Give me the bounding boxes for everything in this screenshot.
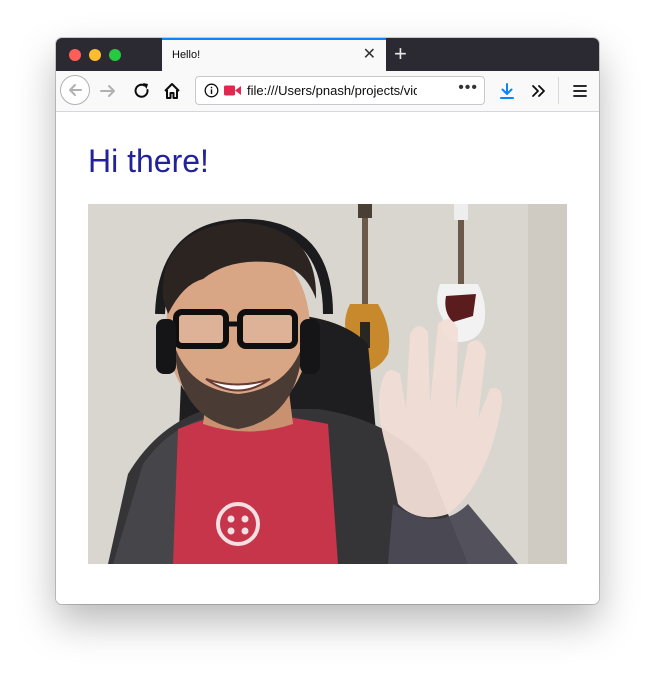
download-icon[interactable] [497,81,517,101]
window-maximize-button[interactable] [109,49,121,61]
camera-icon[interactable] [224,85,241,96]
webcam-frame-image [88,204,567,564]
back-button[interactable] [60,75,90,105]
tab-hello[interactable]: Hello! ✕ [162,38,386,71]
new-tab-icon[interactable]: + [394,41,407,67]
tab-title: Hello! [172,49,201,61]
url-text[interactable]: file:///Users/pnash/projects/video [247,83,417,98]
tab-strip: Hello! ✕ + [56,38,599,71]
home-icon[interactable] [162,81,182,101]
back-arrow-icon [69,84,82,96]
navigation-toolbar: file:///Users/pnash/projects/video ••• [56,71,599,112]
overflow-icon[interactable] [529,81,549,101]
address-bar[interactable]: file:///Users/pnash/projects/video ••• [195,76,485,105]
close-tab-icon[interactable]: ✕ [363,46,376,64]
reload-icon[interactable] [132,81,152,101]
window-minimize-button[interactable] [89,49,101,61]
page-title: Hi there! [88,143,209,179]
webcam-video[interactable] [88,204,567,564]
toolbar-divider [558,77,559,104]
info-icon[interactable] [204,83,219,98]
window-close-button[interactable] [69,49,81,61]
more-icon[interactable]: ••• [458,79,478,97]
browser-window: Hello! ✕ + file:///Users/pnash/projects/… [56,38,599,604]
forward-arrow-icon[interactable] [98,81,118,101]
menu-icon[interactable] [570,81,590,101]
page-content: Hi there! [56,112,599,604]
